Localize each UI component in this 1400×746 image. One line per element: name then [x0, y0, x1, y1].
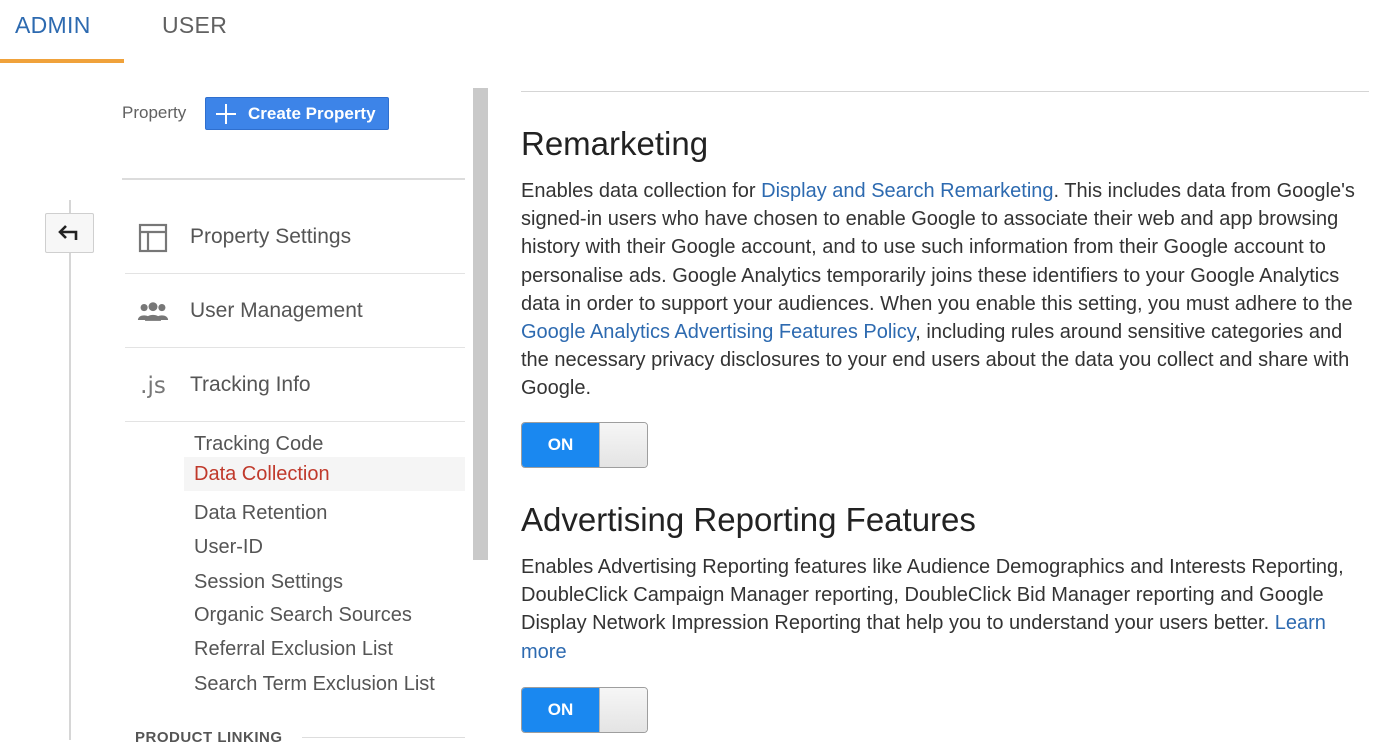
remarketing-toggle[interactable]: ON: [521, 422, 648, 468]
tab-admin[interactable]: ADMIN: [15, 12, 91, 39]
remarketing-description: Enables data collection for Display and …: [521, 180, 1355, 400]
back-button[interactable]: [45, 213, 94, 253]
create-property-button[interactable]: Create Property: [205, 97, 389, 130]
tab-user[interactable]: USER: [162, 12, 227, 39]
nav-user-management[interactable]: User Management: [125, 274, 465, 348]
nav-property-settings[interactable]: Property Settings: [125, 200, 465, 274]
rail-line: [69, 200, 71, 740]
advertising-reporting-toggle[interactable]: ON: [521, 687, 648, 733]
divider: [302, 737, 465, 738]
sub-item-organic-search-sources[interactable]: Organic Search Sources: [184, 598, 465, 632]
create-property-label: Create Property: [248, 103, 376, 123]
admin-user-tabs: ADMIN USER: [0, 0, 1400, 64]
nav-label: Property Settings: [190, 225, 352, 248]
toggle-on-label: ON: [522, 423, 599, 467]
toggle-on-label: ON: [522, 688, 599, 732]
remarketing-link[interactable]: Display and Search Remarketing: [761, 180, 1053, 202]
nav-label: User Management: [190, 299, 363, 322]
js-icon: .js: [140, 373, 166, 399]
advertising-reporting-title: Advertising Reporting Features: [521, 501, 976, 538]
sub-item-data-collection[interactable]: Data Collection: [184, 457, 465, 491]
sub-item-user-id[interactable]: User-ID: [184, 530, 465, 564]
back-arrow-icon: [57, 225, 77, 240]
sub-item-search-term-exclusion-list[interactable]: Search Term Exclusion List: [184, 667, 465, 701]
sub-item-data-retention[interactable]: Data Retention: [184, 496, 465, 530]
sidebar-scrollbar[interactable]: [473, 88, 488, 560]
active-tab-indicator: [0, 59, 124, 63]
advertising-policy-link[interactable]: Google Analytics Advertising Features Po…: [521, 321, 915, 343]
sub-item-referral-exclusion-list[interactable]: Referral Exclusion List: [184, 632, 465, 666]
sub-item-session-settings[interactable]: Session Settings: [184, 565, 465, 599]
remarketing-title: Remarketing: [521, 125, 709, 162]
advertising-reporting-description: Enables Advertising Reporting features l…: [521, 556, 1344, 663]
property-label: Property: [122, 103, 187, 122]
nav-label: Tracking Info: [190, 373, 311, 396]
nav-tracking-info[interactable]: .js Tracking Info: [125, 348, 465, 422]
people-icon: [137, 296, 169, 328]
toggle-knob: [599, 423, 647, 467]
plus-icon: [216, 103, 236, 124]
sub-item-tracking-code[interactable]: Tracking Code: [184, 427, 465, 461]
product-linking-heading: PRODUCT LINKING: [135, 729, 283, 746]
layout-icon: [137, 222, 169, 254]
divider: [521, 91, 1369, 92]
toggle-knob: [599, 688, 647, 732]
property-selector[interactable]: [122, 140, 465, 180]
